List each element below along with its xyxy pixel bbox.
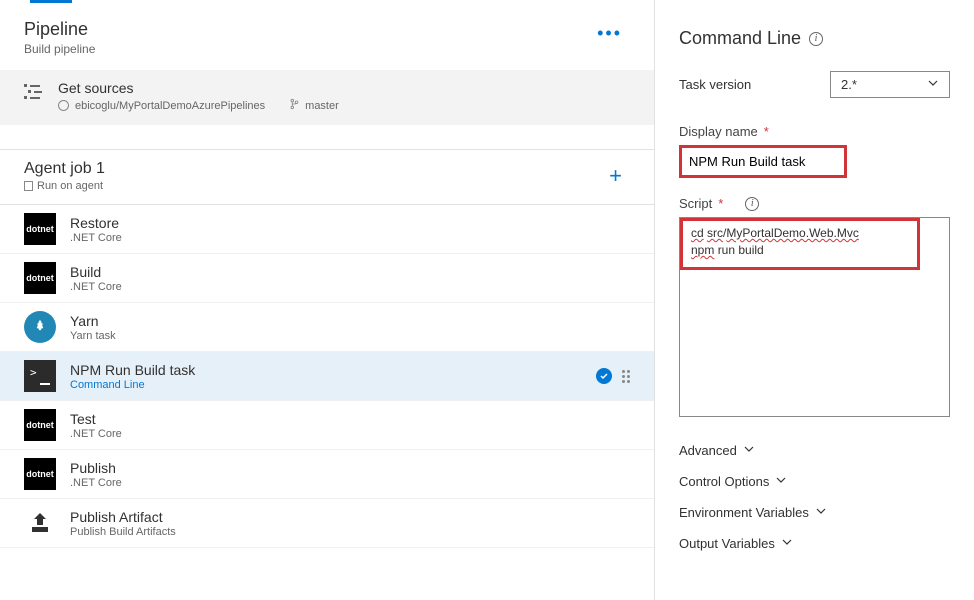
task-yarn[interactable]: Yarn Yarn task — [0, 303, 654, 352]
task-list: dotnet Restore .NET Core dotnet Build .N… — [0, 205, 654, 548]
agent-job-subtitle: Run on agent — [37, 180, 103, 192]
task-version-value: 2.* — [841, 77, 857, 92]
chevron-down-icon — [743, 443, 755, 458]
branch-name: master — [305, 100, 339, 112]
pipeline-subtitle: Build pipeline — [24, 42, 95, 56]
task-version-label: Task version — [679, 77, 751, 92]
required-indicator: * — [764, 124, 769, 139]
script-textarea[interactable]: cd src/MyPortalDemo.Web.Mvc npm run buil… — [679, 217, 950, 417]
task-publish-artifact[interactable]: Publish Artifact Publish Build Artifacts — [0, 499, 654, 548]
task-title: NPM Run Build task — [70, 362, 195, 378]
task-build[interactable]: dotnet Build .NET Core — [0, 254, 654, 303]
required-indicator: * — [718, 196, 723, 211]
task-version-select[interactable]: 2.* — [830, 71, 950, 98]
section-control-options[interactable]: Control Options — [679, 466, 950, 497]
task-detail-panel: Command Line i Task version 2.* Display … — [655, 0, 974, 600]
get-sources-row[interactable]: Get sources ebicoglu/MyPortalDemoAzurePi… — [0, 70, 654, 125]
task-sub: Publish Build Artifacts — [70, 526, 176, 538]
task-npm-run-build[interactable]: > NPM Run Build task Command Line — [0, 352, 654, 401]
agent-job-title: Agent job 1 — [24, 160, 105, 178]
task-sub: Command Line — [70, 379, 195, 391]
info-icon[interactable]: i — [809, 32, 823, 46]
task-sub: .NET Core — [70, 428, 122, 440]
add-task-button[interactable]: + — [601, 163, 630, 189]
commandline-icon: > — [24, 360, 56, 392]
agent-job-row[interactable]: Agent job 1 Run on agent + — [0, 149, 654, 205]
task-title: Yarn — [70, 313, 116, 329]
chevron-down-icon — [775, 474, 787, 489]
dotnet-icon: dotnet — [24, 213, 56, 245]
task-title: Publish — [70, 460, 122, 476]
chevron-down-icon — [927, 77, 939, 92]
dotnet-icon: dotnet — [24, 409, 56, 441]
task-title: Restore — [70, 215, 122, 231]
task-restore[interactable]: dotnet Restore .NET Core — [0, 205, 654, 254]
panel-title: Command Line — [679, 28, 801, 49]
section-output-variables[interactable]: Output Variables — [679, 528, 950, 559]
sources-title: Get sources — [58, 80, 339, 96]
task-title: Test — [70, 411, 122, 427]
task-sub: .NET Core — [70, 477, 122, 489]
display-name-input[interactable] — [683, 149, 843, 174]
drag-handle-icon[interactable] — [622, 370, 630, 383]
task-status-icon — [596, 368, 612, 384]
section-environment-variables[interactable]: Environment Variables — [679, 497, 950, 528]
task-sub: .NET Core — [70, 281, 122, 293]
pipeline-header: Pipeline Build pipeline ••• — [0, 3, 654, 70]
section-advanced[interactable]: Advanced — [679, 435, 950, 466]
sources-icon — [24, 84, 44, 99]
chevron-down-icon — [815, 505, 827, 520]
yarn-icon — [24, 311, 56, 343]
more-actions-button[interactable]: ••• — [589, 19, 630, 48]
pipeline-left-panel: Pipeline Build pipeline ••• Get sources … — [0, 0, 655, 600]
task-test[interactable]: dotnet Test .NET Core — [0, 401, 654, 450]
task-sub: .NET Core — [70, 232, 122, 244]
info-icon[interactable]: i — [745, 197, 759, 211]
display-name-label: Display name — [679, 124, 758, 139]
dotnet-icon: dotnet — [24, 262, 56, 294]
pipeline-title: Pipeline — [24, 19, 95, 40]
artifact-icon — [24, 507, 56, 539]
branch-icon — [289, 98, 299, 113]
task-title: Publish Artifact — [70, 509, 176, 525]
highlight-box: cd src/MyPortalDemo.Web.Mvc npm run buil… — [680, 218, 920, 270]
server-icon — [24, 181, 33, 191]
task-sub: Yarn task — [70, 330, 116, 342]
task-publish[interactable]: dotnet Publish .NET Core — [0, 450, 654, 499]
dotnet-icon: dotnet — [24, 458, 56, 490]
repo-name: ebicoglu/MyPortalDemoAzurePipelines — [75, 100, 265, 112]
github-icon — [58, 100, 69, 111]
highlight-box — [679, 145, 847, 178]
script-label: Script — [679, 196, 712, 211]
task-title: Build — [70, 264, 122, 280]
chevron-down-icon — [781, 536, 793, 551]
